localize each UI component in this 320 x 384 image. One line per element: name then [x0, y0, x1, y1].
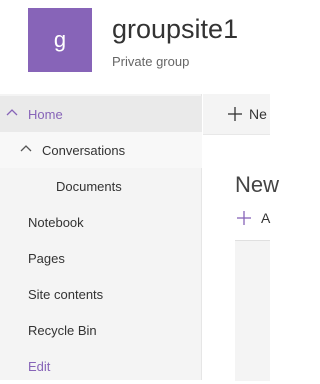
- nav-item-label: Home: [28, 107, 63, 122]
- content-panel: [235, 240, 270, 381]
- site-logo[interactable]: g: [28, 8, 92, 72]
- nav-item-documents[interactable]: Documents: [0, 168, 202, 204]
- nav-item-site-contents[interactable]: Site contents: [0, 276, 202, 312]
- nav-item-notebook[interactable]: Notebook: [0, 204, 202, 240]
- site-title[interactable]: groupsite1: [112, 14, 238, 45]
- nav-edit-link[interactable]: Edit: [0, 348, 202, 384]
- nav-item-conversations[interactable]: Conversations: [0, 132, 202, 168]
- nav-item-home[interactable]: Home: [0, 96, 202, 132]
- add-button[interactable]: A: [261, 210, 270, 226]
- nav-item-recycle-bin[interactable]: Recycle Bin: [0, 312, 202, 348]
- left-navigation: Home Conversations Documents Notebook Pa…: [0, 94, 202, 380]
- command-bar: Ne: [203, 94, 270, 135]
- nav-item-label: Documents: [56, 179, 122, 194]
- chevron-up-icon[interactable]: [20, 143, 32, 155]
- chevron-up-icon[interactable]: [6, 107, 18, 119]
- new-button[interactable]: Ne: [249, 106, 267, 122]
- nav-item-label: Pages: [28, 251, 65, 266]
- nav-item-label: Conversations: [42, 143, 126, 158]
- nav-item-label: Site contents: [28, 287, 104, 302]
- section-title: New: [235, 172, 280, 197]
- main-content: Ne New A: [203, 94, 279, 381]
- site-privacy-label: Private group: [112, 54, 190, 69]
- nav-item-label: Edit: [28, 359, 51, 374]
- nav-item-label: Recycle Bin: [28, 323, 97, 338]
- plus-icon[interactable]: [237, 211, 251, 225]
- plus-icon[interactable]: [227, 106, 243, 122]
- nav-item-pages[interactable]: Pages: [0, 240, 202, 276]
- nav-item-label: Notebook: [28, 215, 84, 230]
- site-logo-letter: g: [53, 27, 67, 52]
- site-header: g groupsite1 Private group: [0, 0, 270, 94]
